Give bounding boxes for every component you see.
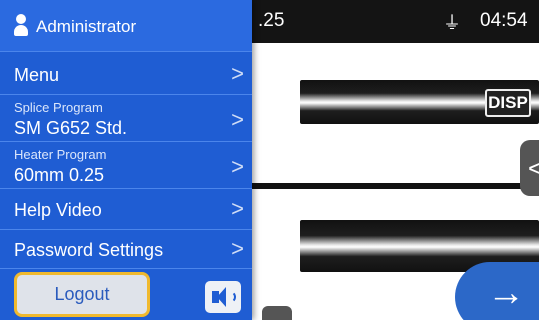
program-fragment: .25 xyxy=(258,10,285,31)
speaker-icon[interactable] xyxy=(205,281,241,313)
user-role-label: Administrator xyxy=(36,17,137,36)
menu-item-value: 60mm 0.25 xyxy=(14,165,105,185)
user-icon xyxy=(14,14,28,36)
menu-item-sublabel: Heater Program xyxy=(14,147,107,162)
menu-item-help-video[interactable]: Help Video > xyxy=(0,190,252,230)
logout-button[interactable]: Logout xyxy=(14,272,150,317)
menu-item-value: SM G652 Std. xyxy=(14,118,128,138)
menu-item-splice-program[interactable]: Splice Program SM G652 Std. > xyxy=(0,96,252,142)
clock: 04:54 xyxy=(480,10,528,31)
side-tab-chevron-left-icon[interactable]: < xyxy=(520,140,539,196)
menu-item-label: Help Video xyxy=(14,200,102,220)
chevron-right-icon: > xyxy=(231,196,244,221)
next-arrow-button[interactable]: → xyxy=(455,262,539,320)
chevron-right-icon: > xyxy=(231,107,244,132)
menu-item-password-settings[interactable]: Password Settings > xyxy=(0,231,252,269)
menu-item-heater-program[interactable]: Heater Program 60mm 0.25 > xyxy=(0,143,252,189)
menu-item-label: Password Settings xyxy=(14,240,164,260)
bottom-tab-handle[interactable] xyxy=(262,306,292,320)
menu-item-menu[interactable]: Menu > xyxy=(0,53,252,95)
menu-item-sublabel: Splice Program xyxy=(14,100,103,115)
menu-item-label: Menu xyxy=(14,65,60,85)
disp-button[interactable]: DISP xyxy=(485,89,531,117)
side-drawer: Administrator Menu > Splice Program SM G… xyxy=(0,0,252,320)
drawer-header: Administrator xyxy=(0,0,252,52)
plug-icon: ⏚ xyxy=(443,13,461,33)
chevron-right-icon: > xyxy=(231,154,244,179)
chevron-right-icon: > xyxy=(231,61,244,86)
chevron-right-icon: > xyxy=(231,236,244,261)
